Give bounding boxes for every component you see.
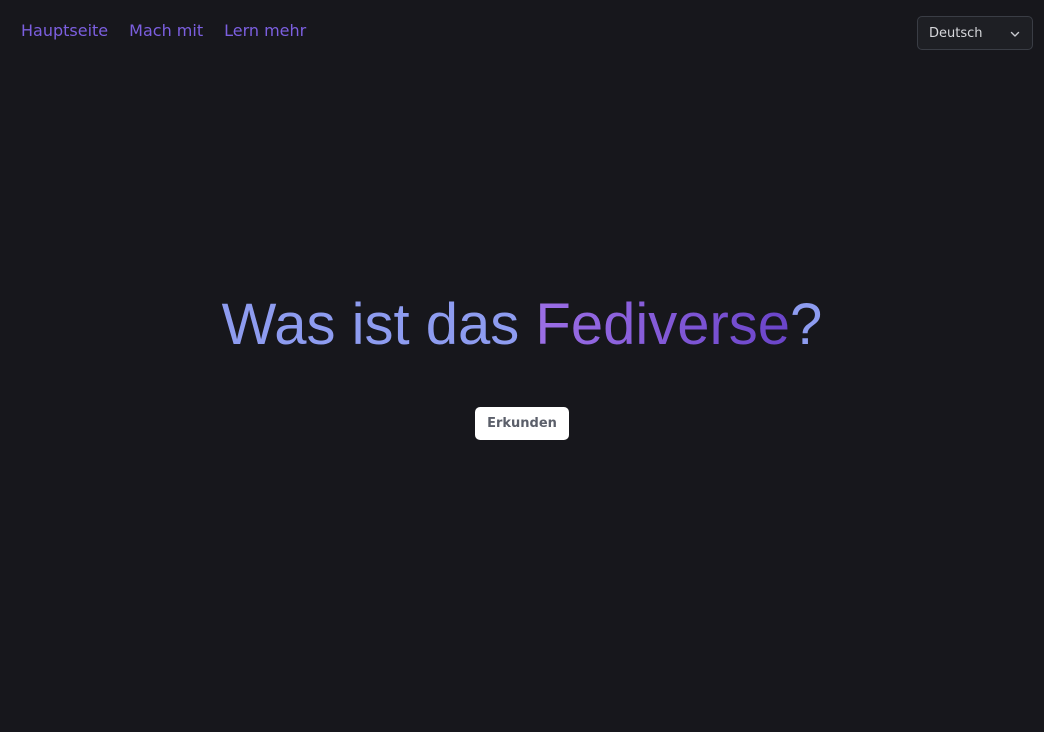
explore-button[interactable]: Erkunden (475, 407, 569, 440)
nav-link-hauptseite[interactable]: Hauptseite (21, 20, 108, 42)
language-select[interactable]: Deutsch (917, 16, 1033, 50)
language-select-value: Deutsch (929, 25, 983, 41)
nav-link-mach-mit[interactable]: Mach mit (129, 20, 203, 42)
nav-link-lern-mehr[interactable]: Lern mehr (224, 20, 306, 42)
cta-container: Erkunden (0, 407, 1044, 440)
top-navigation: Hauptseite Mach mit Lern mehr (21, 20, 306, 42)
hero-section: Was ist das Fediverse? (0, 290, 1044, 360)
hero-title-highlight: Fediverse (535, 292, 791, 357)
hero-title: Was ist das Fediverse? (0, 290, 1044, 360)
hero-title-prefix: Was ist das (221, 292, 536, 357)
chevron-down-icon (1009, 27, 1021, 39)
page: Hauptseite Mach mit Lern mehr Deutsch Wa… (0, 0, 1044, 732)
hero-title-suffix: ? (790, 292, 823, 357)
